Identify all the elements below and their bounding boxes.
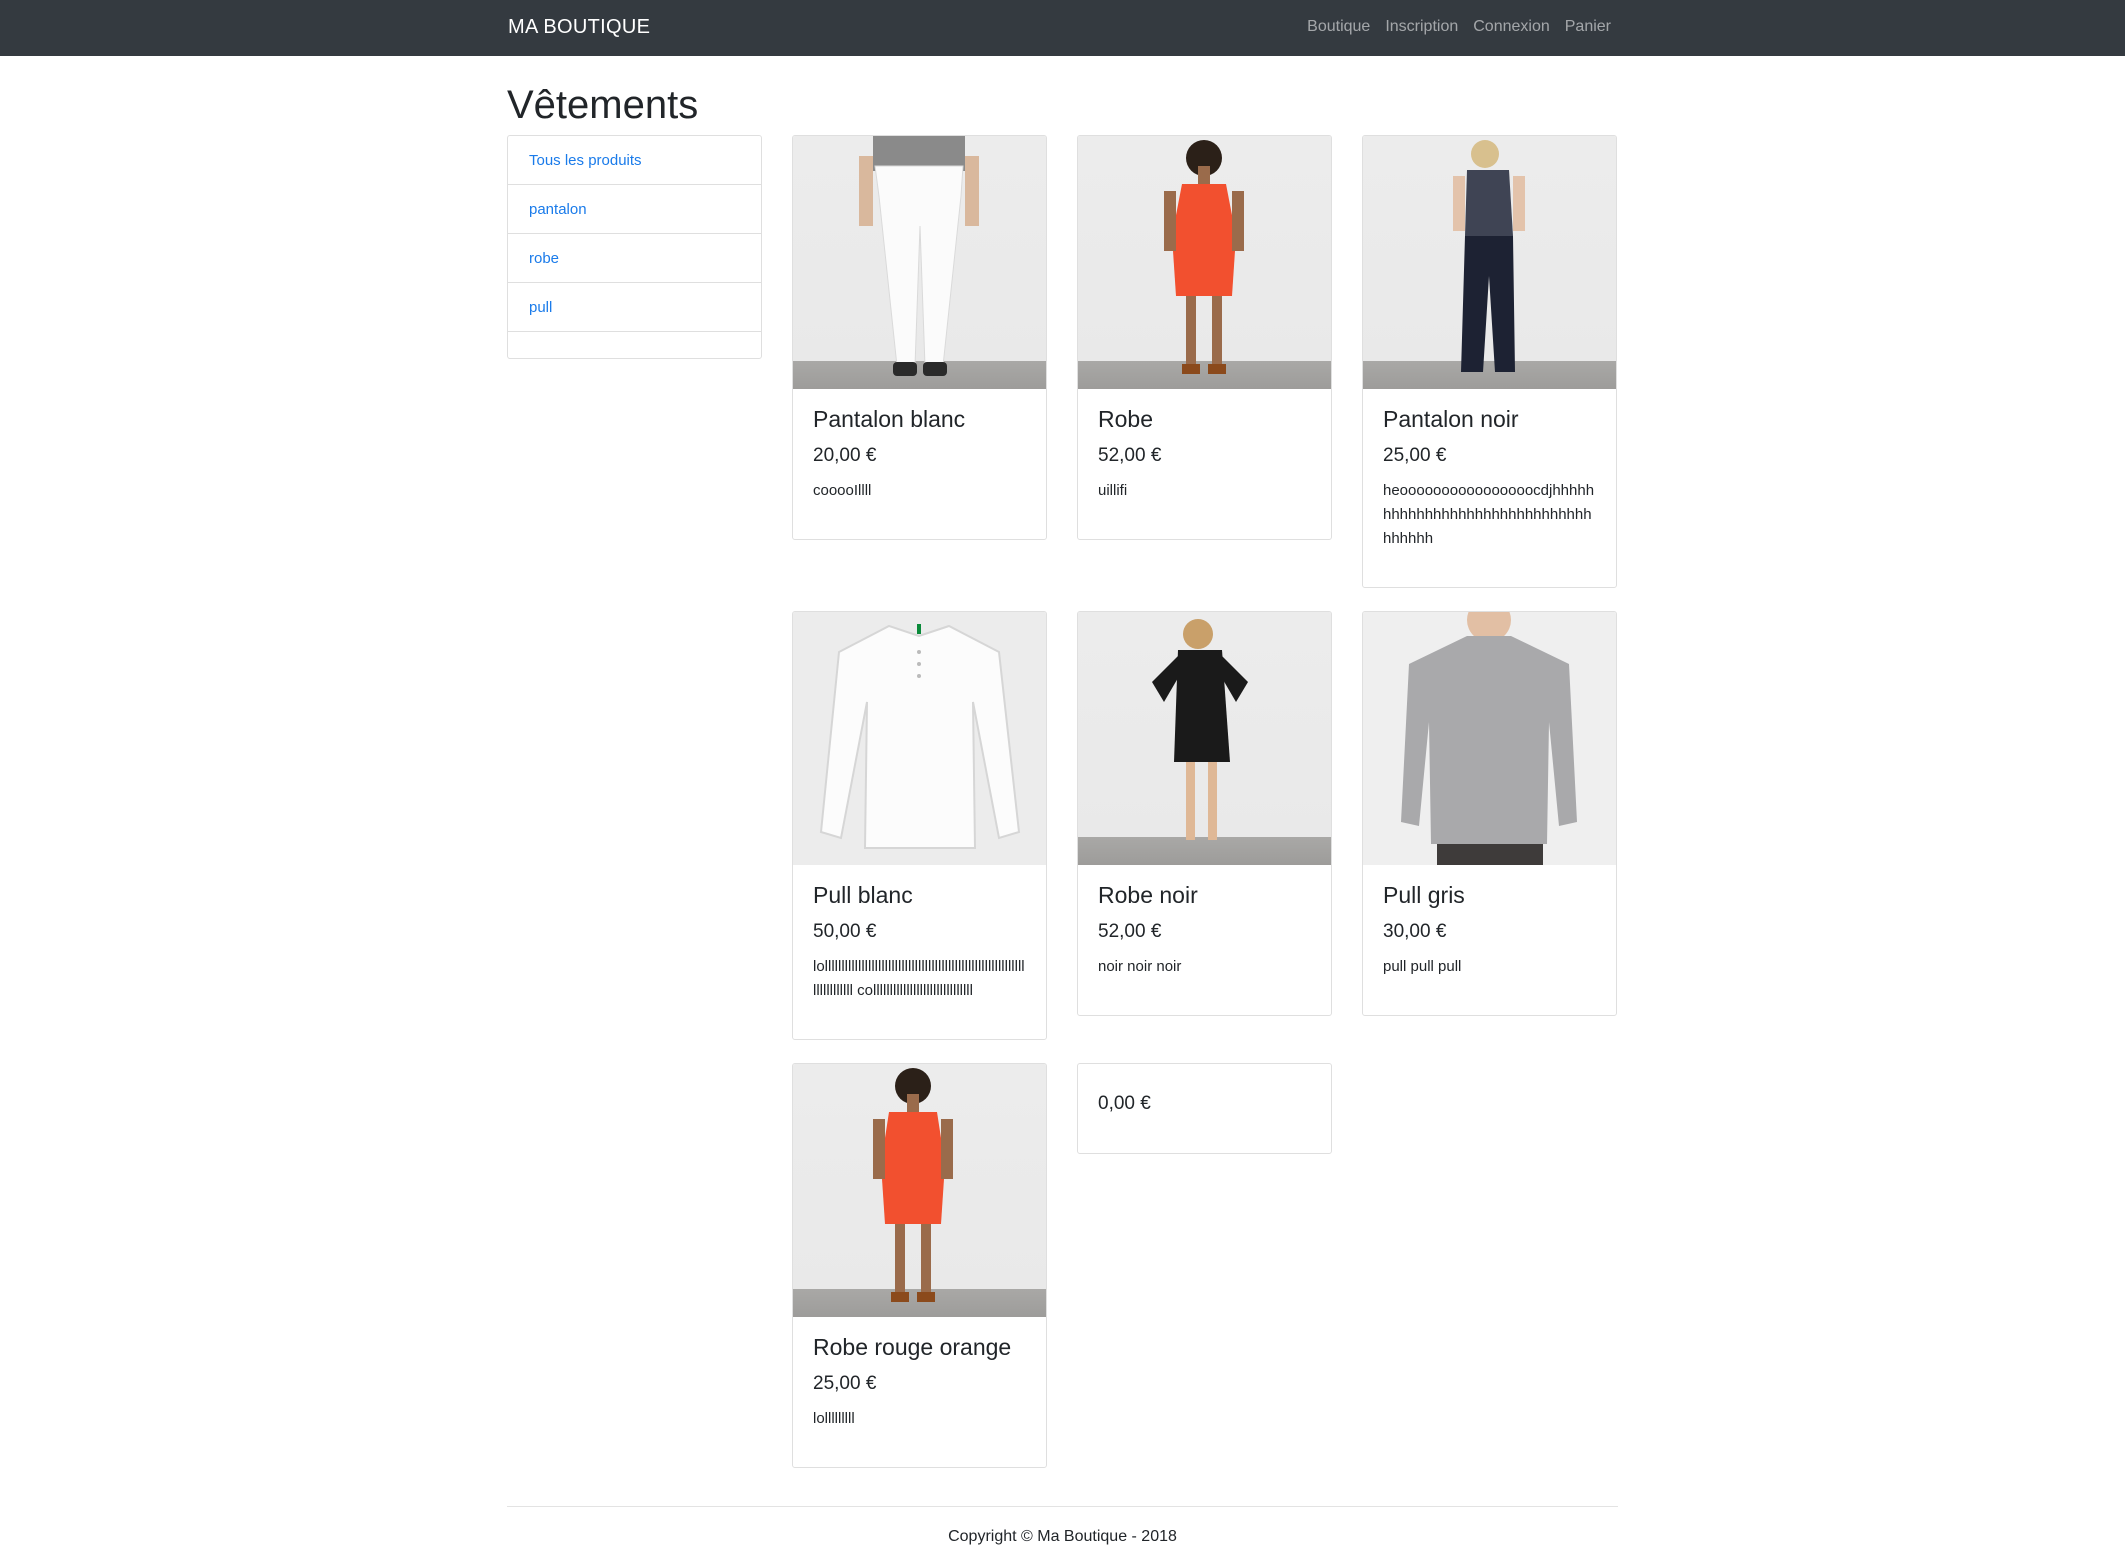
page-title: Vêtements	[507, 83, 699, 127]
product-image[interactable]	[793, 136, 1046, 389]
product-description: pull pull pull	[1383, 958, 1462, 976]
product-image[interactable]	[1363, 612, 1616, 865]
product-price: 30,00 €	[1383, 921, 1447, 943]
product-card[interactable]: Pull blanc 50,00 € lolllllllllllllllllll…	[792, 611, 1047, 1040]
navbar: MA BOUTIQUE Boutique Inscription Connexi…	[0, 0, 2125, 56]
nav-link-boutique[interactable]: Boutique	[1307, 18, 1370, 36]
category-sidebar: Tous les produits pantalon robe pull	[507, 135, 762, 359]
product-price: 52,00 €	[1098, 921, 1162, 943]
sidebar-item-pull[interactable]: pull	[508, 283, 761, 332]
product-card-body: Pull blanc 50,00 € lolllllllllllllllllll…	[793, 865, 1046, 1025]
footer-divider	[507, 1506, 1618, 1507]
product-card[interactable]: Pantalon blanc 20,00 € cooooIllll	[792, 135, 1047, 540]
nav-link-panier[interactable]: Panier	[1565, 18, 1611, 36]
product-title[interactable]: Pantalon noir	[1383, 406, 1596, 432]
nav-link-inscription[interactable]: Inscription	[1385, 18, 1458, 36]
product-card[interactable]: Robe 52,00 € uillifi	[1077, 135, 1332, 540]
product-card[interactable]: Pantalon noir 25,00 € heoooooooooooooooo…	[1362, 135, 1617, 588]
product-card[interactable]: Robe noir 52,00 € noir noir noir	[1077, 611, 1332, 1016]
product-card-body: Robe 52,00 € uillifi	[1078, 389, 1331, 525]
footer-copyright: Copyright © Ma Boutique - 2018	[948, 1528, 1177, 1545]
product-title[interactable]: Robe noir	[1098, 882, 1311, 908]
product-image[interactable]	[1078, 136, 1331, 389]
product-card-body: Pantalon noir 25,00 € heoooooooooooooooo…	[1363, 389, 1616, 573]
product-description: lollllllllllllllllllllllllllllllllllllll…	[813, 958, 1025, 1000]
product-card-body: Pull gris 30,00 € pull pull pull	[1363, 865, 1616, 1001]
product-price: 52,00 €	[1098, 445, 1162, 467]
product-card[interactable]: Pull gris 30,00 € pull pull pull	[1362, 611, 1617, 1016]
product-title[interactable]: Pull blanc	[813, 882, 1026, 908]
product-title[interactable]: Robe rouge orange	[813, 1334, 1026, 1360]
sidebar-item-robe[interactable]: robe	[508, 234, 761, 283]
product-price: 50,00 €	[813, 921, 877, 943]
product-card-body: Robe rouge orange 25,00 € lolllllllll	[793, 1317, 1046, 1453]
product-image[interactable]	[793, 612, 1046, 865]
product-description: cooooIllll	[813, 482, 872, 500]
product-image[interactable]	[1363, 136, 1616, 389]
product-card-body: Pantalon blanc 20,00 € cooooIllll	[793, 389, 1046, 525]
product-description: heoooooooooooooooocdjhhhhhhhhhhhhhhhhhhh…	[1383, 482, 1595, 548]
product-price: 25,00 €	[813, 1373, 877, 1395]
product-card-body: 0,00 €	[1078, 1064, 1331, 1149]
product-price: 25,00 €	[1383, 445, 1447, 467]
brand-logo[interactable]: MA BOUTIQUE	[508, 16, 650, 39]
product-image[interactable]	[1078, 612, 1331, 865]
product-title[interactable]: Pantalon blanc	[813, 406, 1026, 432]
nav-links: Boutique Inscription Connexion Panier	[1307, 18, 1611, 36]
product-title[interactable]: Pull gris	[1383, 882, 1596, 908]
nav-link-connexion[interactable]: Connexion	[1473, 18, 1550, 36]
product-card-body: Robe noir 52,00 € noir noir noir	[1078, 865, 1331, 1001]
product-price: 20,00 €	[813, 445, 877, 467]
product-title[interactable]: Robe	[1098, 406, 1311, 432]
product-image[interactable]	[793, 1064, 1046, 1317]
product-card[interactable]: Robe rouge orange 25,00 € lolllllllll	[792, 1063, 1047, 1468]
product-card[interactable]: 0,00 €	[1077, 1063, 1332, 1154]
sidebar-item-pantalon[interactable]: pantalon	[508, 185, 761, 234]
product-description: uillifi	[1098, 482, 1128, 500]
product-description: lolllllllll	[813, 1410, 855, 1428]
sidebar-item-all-products[interactable]: Tous les produits	[508, 136, 761, 185]
product-description: noir noir noir	[1098, 958, 1182, 976]
product-price: 0,00 €	[1098, 1093, 1151, 1114]
